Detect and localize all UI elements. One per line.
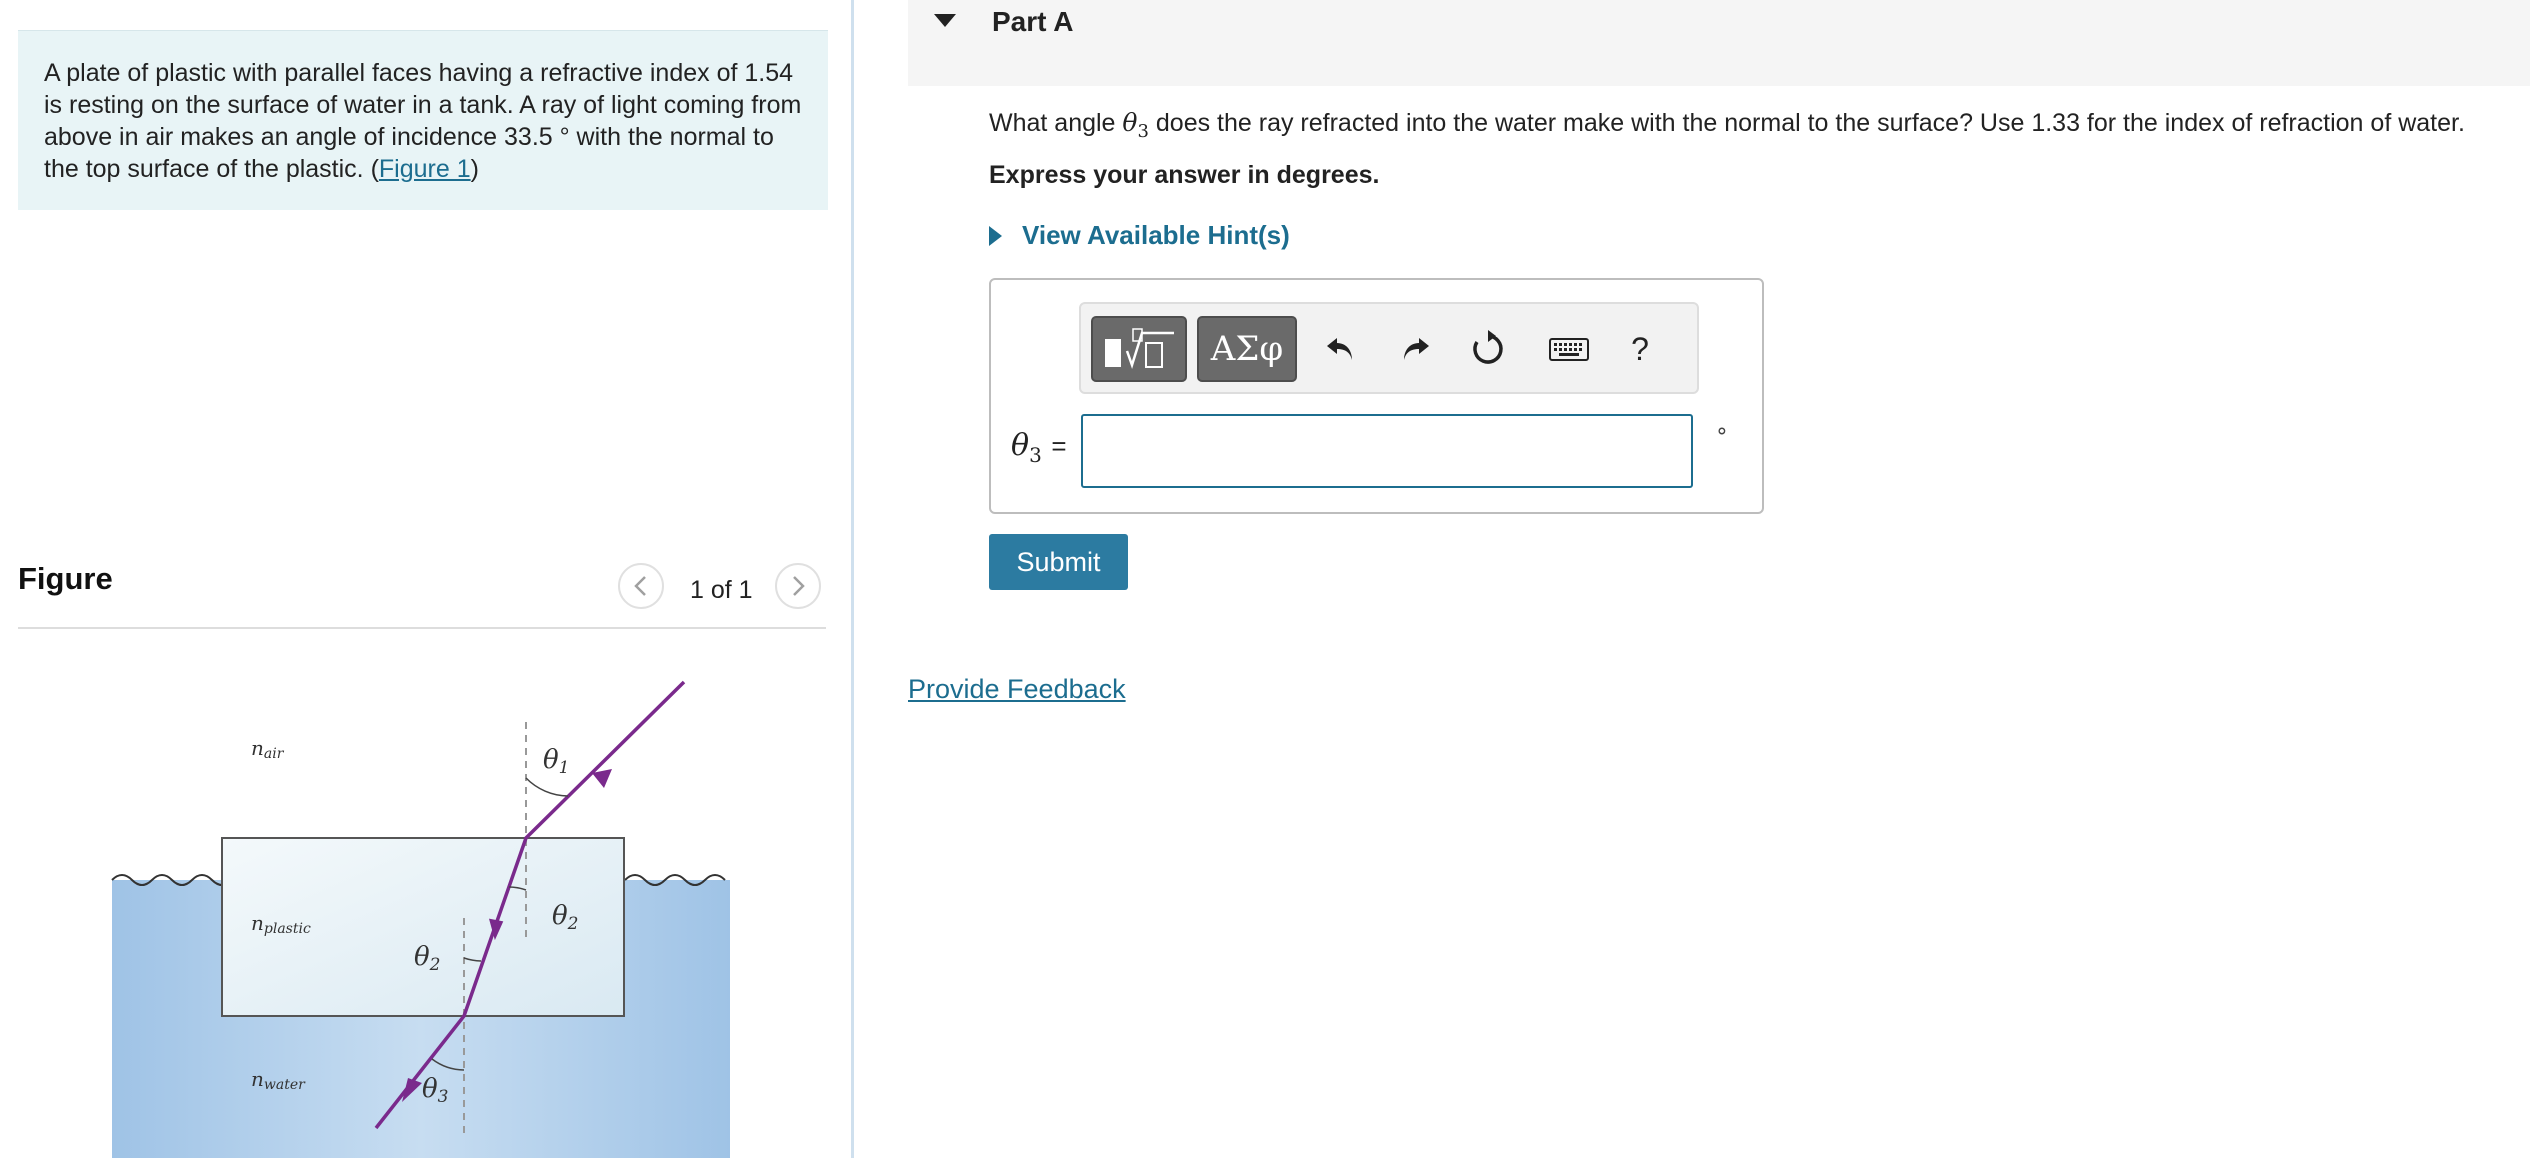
answer-var-sub: 3 <box>1029 443 1042 467</box>
reset-icon <box>1473 330 1503 364</box>
templates-button[interactable] <box>1091 316 1187 382</box>
figure-page-count: 1 of 1 <box>690 576 753 604</box>
answer-var-symbol: θ <box>1011 428 1030 463</box>
problem-close-paren: ) <box>470 155 479 183</box>
part-a-header[interactable]: Part A <box>908 0 2530 86</box>
help-button[interactable]: ? <box>1617 324 1663 374</box>
answer-panel: ΑΣφ ? θ3 = ∘ <box>989 278 1764 514</box>
question-theta-symbol: θ <box>1122 108 1138 137</box>
label-n-plastic-sub: plastic <box>264 921 311 937</box>
templates-icon <box>1105 328 1174 369</box>
math-toolbar: ΑΣφ ? <box>1079 302 1699 394</box>
figure-link[interactable]: Figure 1 <box>379 155 471 183</box>
degree-unit-label: ∘ <box>1715 418 1729 443</box>
provide-feedback-link[interactable]: Provide Feedback <box>908 674 1126 705</box>
keyboard-icon <box>1549 338 1589 361</box>
undo-button[interactable] <box>1317 324 1363 374</box>
label-n-air-sub: air <box>264 746 285 762</box>
label-theta3-main: θ <box>422 1074 438 1104</box>
chevron-right-icon <box>793 576 805 596</box>
greek-symbols-button[interactable]: ΑΣφ <box>1197 316 1297 382</box>
answer-equals: = <box>1051 431 1067 461</box>
view-hints-toggle[interactable]: View Available Hint(s) <box>989 220 1290 251</box>
question-post: does the ray refracted into the water ma… <box>1148 109 2465 137</box>
label-n-water-sub: water <box>264 1077 306 1093</box>
question-theta: θ3 <box>1122 108 1149 142</box>
label-theta2-upper-sub: 2 <box>567 914 579 934</box>
undo-icon <box>1327 338 1352 360</box>
label-theta2-lower-main: θ <box>414 942 430 972</box>
label-theta2-lower-sub: 2 <box>429 955 441 975</box>
label-n-air: nair <box>251 736 285 762</box>
label-theta2-upper-main: θ <box>552 901 568 931</box>
left-pane: A plate of plastic with parallel faces h… <box>0 0 850 1158</box>
arc-theta1 <box>525 777 569 797</box>
problem-statement: A plate of plastic with parallel faces h… <box>18 30 828 210</box>
redo-icon <box>1404 338 1429 360</box>
label-theta3-sub: 3 <box>438 1087 449 1107</box>
label-n-air-main: n <box>251 736 264 760</box>
label-theta1: θ1 <box>543 745 569 778</box>
greek-icon: ΑΣφ <box>1210 329 1284 369</box>
refraction-figure: nair nplastic nwater θ1 θ2 θ2 θ3 <box>111 680 730 1158</box>
question-theta-sub: 3 <box>1137 121 1149 142</box>
figure-divider <box>18 627 826 629</box>
label-theta1-sub: 1 <box>559 758 570 778</box>
question-text: What angle θ3 does the ray refracted int… <box>989 108 2465 142</box>
question-pre: What angle <box>989 109 1123 137</box>
collapse-caret-icon <box>934 14 956 27</box>
help-icon: ? <box>1631 330 1649 367</box>
submit-button[interactable]: Submit <box>989 534 1128 590</box>
redo-button[interactable] <box>1393 324 1439 374</box>
reset-button[interactable] <box>1465 324 1511 374</box>
label-n-water-main: n <box>251 1067 264 1091</box>
chevron-left-icon <box>634 576 646 596</box>
view-hints-label: View Available Hint(s) <box>1022 220 1290 250</box>
expand-caret-icon <box>989 225 1002 246</box>
label-theta1-main: θ <box>543 745 559 775</box>
label-n-plastic-main: n <box>251 911 264 935</box>
figure-title: Figure <box>18 561 113 596</box>
next-figure-button[interactable] <box>775 563 821 609</box>
answer-variable-label: θ3 = <box>1011 428 1067 467</box>
part-title: Part A <box>992 6 1074 37</box>
pane-divider[interactable] <box>851 0 854 1158</box>
answer-input[interactable] <box>1081 414 1693 488</box>
keyboard-button[interactable] <box>1543 324 1595 374</box>
express-instruction: Express your answer in degrees. <box>989 161 1380 189</box>
prev-figure-button[interactable] <box>618 563 664 609</box>
